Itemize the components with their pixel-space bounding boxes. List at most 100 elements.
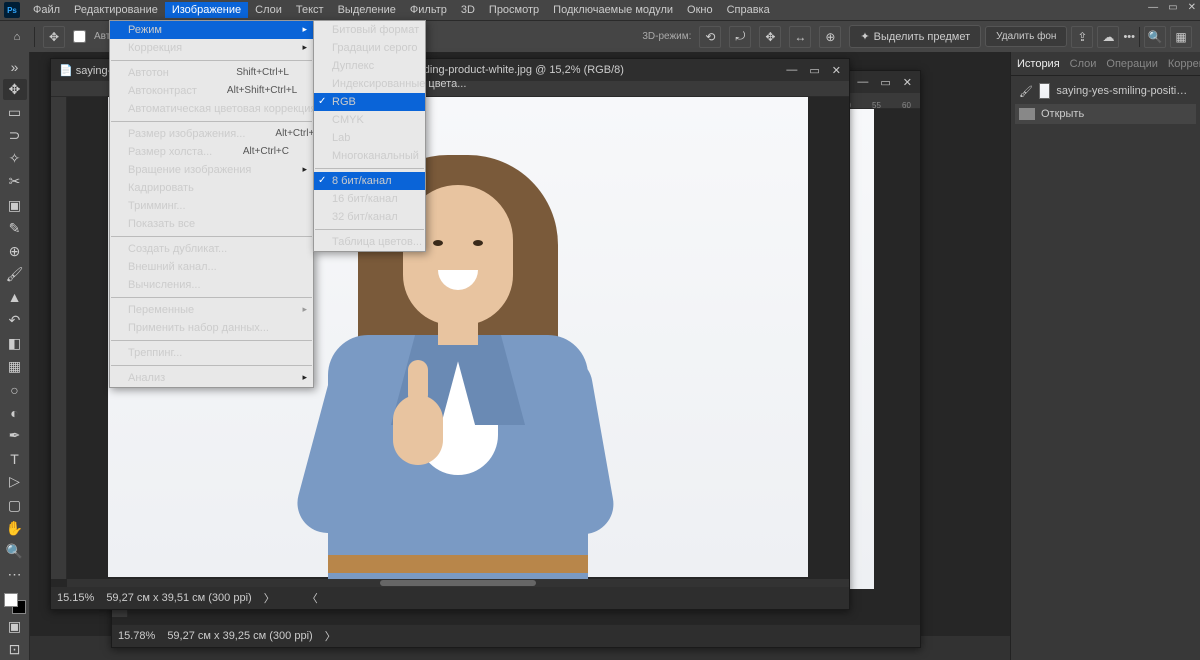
- eyedropper-tool[interactable]: ✎: [3, 218, 27, 239]
- marquee-tool[interactable]: ▭: [3, 102, 27, 123]
- menu-item-вычисления-[interactable]: Вычисления...: [110, 276, 313, 294]
- cloud-icon[interactable]: ☁: [1097, 26, 1119, 48]
- menu-help[interactable]: Справка: [720, 2, 777, 18]
- menu-item-8-бит-канал[interactable]: 8 бит/канал: [314, 172, 425, 190]
- menu-item-тримминг-[interactable]: Тримминг...: [110, 197, 313, 215]
- sparkle-icon: ✦: [860, 30, 869, 43]
- menu-window[interactable]: Окно: [680, 2, 720, 18]
- minimize-icon[interactable]: —: [1148, 2, 1158, 13]
- move-tool-icon[interactable]: ✥: [43, 26, 65, 48]
- 3d-slide-icon[interactable]: ↔: [789, 26, 811, 48]
- menu-item-вращение-изображения[interactable]: Вращение изображения: [110, 161, 313, 179]
- path-tool[interactable]: ▷: [3, 471, 27, 492]
- screenmode-tool[interactable]: ⊡: [3, 639, 27, 660]
- tab-layers[interactable]: Слои: [1070, 58, 1097, 70]
- menu-item-32-бит-канал[interactable]: 32 бит/канал: [314, 208, 425, 226]
- menu-item-создать-дубликат-[interactable]: Создать дубликат...: [110, 240, 313, 258]
- menu-edit[interactable]: Редактирование: [67, 2, 165, 18]
- menu-item-cmyk[interactable]: CMYK: [314, 111, 425, 129]
- menu-3d[interactable]: 3D: [454, 2, 482, 18]
- chevron-left-icon[interactable]: 〈: [307, 590, 318, 606]
- edit-toolbar[interactable]: ⋯: [3, 564, 27, 585]
- dodge-tool[interactable]: ◐: [3, 402, 27, 423]
- doc-min-icon[interactable]: —: [857, 76, 868, 89]
- select-subject-button[interactable]: ✦Выделить предмет: [849, 25, 981, 48]
- menu-item-дуплекс: Дуплекс: [314, 57, 425, 75]
- search-icon[interactable]: 🔍: [1144, 26, 1166, 48]
- menu-item-индексированные-цвета-[interactable]: Индексированные цвета...: [314, 75, 425, 93]
- tab-actions[interactable]: Операции: [1106, 58, 1157, 70]
- menu-item-автоконтраст[interactable]: АвтоконтрастAlt+Shift+Ctrl+L: [110, 82, 313, 100]
- 3d-zoom-icon[interactable]: ⊕: [819, 26, 841, 48]
- 3d-roll-icon[interactable]: ⤾: [729, 26, 751, 48]
- doc-close-icon[interactable]: ✕: [832, 64, 841, 77]
- zoom-level-back[interactable]: 15.78%: [118, 630, 155, 642]
- tab-adjustments[interactable]: Коррекция: [1168, 58, 1200, 70]
- frame-tool[interactable]: ▣: [3, 194, 27, 215]
- remove-bg-button[interactable]: Удалить фон: [985, 26, 1067, 47]
- lasso-tool[interactable]: ⊃: [3, 125, 27, 146]
- menu-item-внешний-канал-[interactable]: Внешний канал...: [110, 258, 313, 276]
- 3d-pan-icon[interactable]: ✥: [759, 26, 781, 48]
- menu-view[interactable]: Просмотр: [482, 2, 546, 18]
- doc-max-icon[interactable]: ▭: [880, 76, 890, 89]
- pen-tool[interactable]: ✒: [3, 425, 27, 446]
- quickmask-tool[interactable]: ▣: [3, 616, 27, 637]
- move-tool[interactable]: ✥: [3, 79, 27, 100]
- 3d-orbit-icon[interactable]: ⟲: [699, 26, 721, 48]
- doc-close-icon[interactable]: ✕: [903, 76, 912, 89]
- menu-plugins[interactable]: Подключаемые модули: [546, 2, 680, 18]
- blur-tool[interactable]: ○: [3, 379, 27, 400]
- doc-dims-back: 59,27 см x 39,25 см (300 ppi): [167, 630, 312, 642]
- color-swatch[interactable]: [4, 593, 26, 614]
- menu-item-градации-серого[interactable]: Градации серого: [314, 39, 425, 57]
- home-icon[interactable]: ⌂: [8, 28, 26, 46]
- healing-tool[interactable]: ⊕: [3, 241, 27, 262]
- menu-select[interactable]: Выделение: [331, 2, 403, 18]
- menu-item-автоматическая-цветовая-коррекция[interactable]: Автоматическая цветовая коррекцияShift+C…: [110, 100, 313, 118]
- menu-file[interactable]: Файл: [26, 2, 67, 18]
- menu-layers[interactable]: Слои: [248, 2, 289, 18]
- brush-tool[interactable]: 🖌: [3, 264, 27, 285]
- menu-item-размер-изображения-[interactable]: Размер изображения...Alt+Ctrl+I: [110, 125, 313, 143]
- history-step-label: Открыть: [1041, 108, 1084, 120]
- shape-tool[interactable]: ▢: [3, 494, 27, 515]
- history-step[interactable]: Открыть: [1015, 104, 1196, 124]
- crop-tool[interactable]: ✂: [3, 171, 27, 192]
- menu-item-режим[interactable]: Режим: [110, 21, 313, 39]
- scrollbar-horizontal[interactable]: [67, 579, 849, 587]
- history-brush-tool[interactable]: ↶: [3, 310, 27, 331]
- menu-item-размер-холста-[interactable]: Размер холста...Alt+Ctrl+C: [110, 143, 313, 161]
- menu-image[interactable]: Изображение: [165, 2, 248, 18]
- autoselect-checkbox[interactable]: [73, 30, 86, 43]
- menu-filter[interactable]: Фильтр: [403, 2, 454, 18]
- close-icon[interactable]: ✕: [1188, 2, 1196, 13]
- doc-min-icon[interactable]: —: [786, 64, 797, 77]
- magic-wand-tool[interactable]: ✧: [3, 148, 27, 169]
- menu-item-16-бит-канал[interactable]: 16 бит/канал: [314, 190, 425, 208]
- workspace-icon[interactable]: ▦: [1170, 26, 1192, 48]
- more-icon[interactable]: •••: [1123, 31, 1135, 43]
- type-tool[interactable]: T: [3, 448, 27, 469]
- history-snapshot[interactable]: 🖌 saying-yes-smiling-positive-woman-with…: [1015, 80, 1196, 102]
- maximize-icon[interactable]: ▭: [1168, 2, 1177, 13]
- menu-item-коррекция[interactable]: Коррекция: [110, 39, 313, 57]
- menu-text[interactable]: Текст: [289, 2, 331, 18]
- gradient-tool[interactable]: ▦: [3, 356, 27, 377]
- chevron-right-icon[interactable]: 〉: [325, 628, 336, 644]
- zoom-tool[interactable]: 🔍: [3, 541, 27, 562]
- share-icon[interactable]: ⇪: [1071, 26, 1093, 48]
- menu-item-rgb[interactable]: RGB: [314, 93, 425, 111]
- doc-max-icon[interactable]: ▭: [809, 64, 819, 77]
- eraser-tool[interactable]: ◧: [3, 333, 27, 354]
- menu-item-автотон[interactable]: АвтотонShift+Ctrl+L: [110, 64, 313, 82]
- zoom-level-front[interactable]: 15.15%: [57, 592, 94, 604]
- tab-history[interactable]: История: [1017, 58, 1060, 70]
- menu-item-многоканальный[interactable]: Многоканальный: [314, 147, 425, 165]
- stamp-tool[interactable]: ▲: [3, 287, 27, 308]
- menu-item-анализ[interactable]: Анализ: [110, 369, 313, 387]
- collapse-icon[interactable]: »: [3, 56, 27, 77]
- hand-tool[interactable]: ✋: [3, 518, 27, 539]
- menu-item-lab[interactable]: Lab: [314, 129, 425, 147]
- chevron-right-icon[interactable]: 〉: [264, 590, 275, 606]
